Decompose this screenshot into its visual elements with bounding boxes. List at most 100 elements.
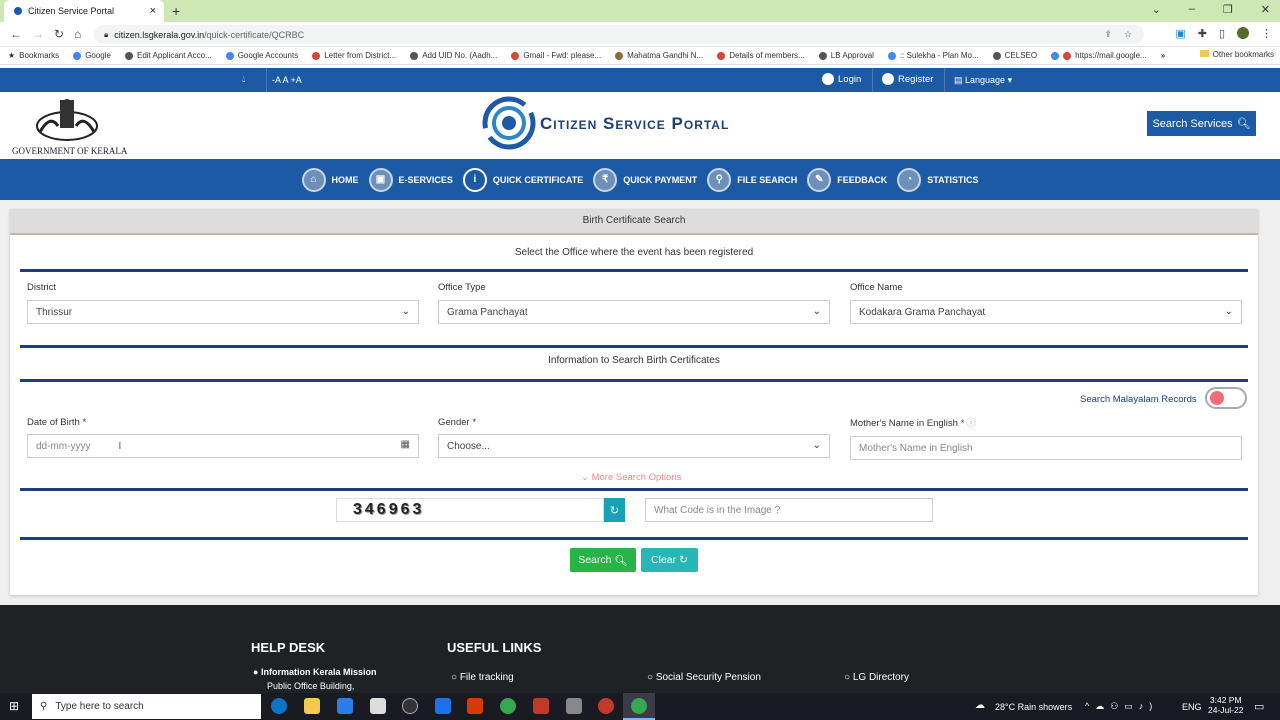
help-icon[interactable]: ⓘ	[966, 418, 976, 429]
dell-icon[interactable]	[402, 698, 418, 714]
district-select[interactable]: Thrissur ⌄	[27, 300, 419, 324]
clear-button[interactable]: Clear ↻	[641, 548, 698, 572]
register-icon	[882, 73, 894, 85]
system-tray-icons[interactable]: ^☁⚇▭♪)	[1085, 701, 1158, 712]
more-search-options-link[interactable]: ⌄ More Search Options	[581, 472, 681, 483]
footer-link-pension[interactable]: ○ Social Security Pension	[647, 672, 761, 683]
url-path: /quick-certificate/QCRBC	[204, 29, 305, 40]
new-tab-button[interactable]: +	[172, 3, 180, 19]
globe-icon	[410, 51, 419, 60]
bookmark-item[interactable]: Add UID No. (Aadh...	[410, 51, 497, 60]
office-icon[interactable]	[467, 698, 483, 714]
calendar-app-icon[interactable]	[370, 698, 386, 714]
sidebar-icon[interactable]: ▯	[1219, 27, 1225, 40]
app-icon[interactable]	[533, 698, 549, 714]
other-bookmarks[interactable]: Other bookmarks	[1199, 50, 1274, 59]
nav-quick-payment[interactable]: ₹ QUICK PAYMENT	[593, 167, 697, 192]
google-icon	[73, 51, 82, 60]
info-section-title: Information to Search Birth Certificates	[548, 355, 720, 366]
card-title: Birth Certificate Search	[10, 209, 1258, 235]
puzzle-icon[interactable]: ✚	[1198, 27, 1207, 40]
search-services-button[interactable]: Search Services 🔍︎	[1147, 111, 1256, 136]
nav-feedback[interactable]: ✎ FEEDBACK	[807, 167, 887, 192]
windows-start-icon[interactable]: ⊞	[9, 699, 19, 713]
bookmark-item[interactable]: Edit Applicant Acco...	[124, 51, 212, 60]
clock[interactable]: 3:42 PM 24-Jul-22	[1208, 695, 1243, 715]
bookmark-item[interactable]: Letter from District...	[312, 51, 396, 60]
globe-icon	[124, 51, 133, 60]
weather-text[interactable]: 28°C Rain showers	[995, 702, 1072, 712]
url-host: citizen.lsgkerala.gov.in	[114, 29, 205, 40]
tab-favicon-icon	[14, 7, 22, 15]
screen-recorder-icon[interactable]	[598, 698, 614, 714]
maximize-icon[interactable]: ❐	[1223, 3, 1233, 16]
nav-quick-certificate[interactable]: i QUICK CERTIFICATE	[462, 167, 583, 192]
bookmark-item[interactable]: LB Approval	[818, 51, 874, 60]
language-icon: ▤	[954, 75, 966, 85]
chrome-icon[interactable]	[500, 698, 516, 714]
close-window-icon[interactable]: ✕	[1261, 3, 1270, 16]
home-browser-icon[interactable]: ⌂	[74, 27, 81, 41]
language-dropdown[interactable]: ▤ Language ▾	[954, 75, 1012, 86]
bookmarks-bar: ★ Bookmarks Google Edit Applicant Acco...…	[0, 47, 1280, 65]
menu-icon[interactable]: ⋮	[1261, 27, 1272, 40]
malayalam-toggle[interactable]	[1205, 387, 1247, 409]
forward-icon[interactable]: →	[32, 27, 44, 41]
footer-link-lg-directory[interactable]: ○ LG Directory	[844, 672, 909, 683]
bookmark-item[interactable]: https://mail.google...	[1051, 51, 1147, 60]
captcha-input[interactable]: What Code is in the Image ?	[645, 498, 933, 522]
bookmark-item[interactable]: Mahatma Gandhi N...	[615, 51, 703, 60]
office-type-select[interactable]: Grama Panchayat ⌄	[438, 300, 830, 324]
star-icon[interactable]: ☆	[1124, 29, 1132, 40]
share-icon[interactable]: ⇪	[1104, 29, 1112, 40]
reload-icon[interactable]: ↻	[54, 27, 64, 41]
chevron-down-icon: ⌄	[1224, 306, 1233, 317]
bookmarks-overflow-icon[interactable]: »	[1161, 51, 1165, 60]
taskbar-search-input[interactable]: ⚲ Type here to search	[32, 694, 261, 719]
tab-close-icon[interactable]: ×	[150, 5, 156, 17]
bookmark-item[interactable]: Google	[73, 51, 111, 60]
captcha-refresh-button[interactable]: ↻	[604, 498, 625, 522]
nav-statistics[interactable]: ◔ STATISTICS	[897, 167, 978, 192]
url-field[interactable]: 🔒︎ citizen.lsgkerala.gov.in/quick-certif…	[94, 25, 1144, 44]
minimize-icon[interactable]: –	[1189, 3, 1195, 16]
browser-tab[interactable]: Citizen Service Portal ×	[4, 0, 164, 22]
mail-icon[interactable]	[435, 698, 451, 714]
nav-file-search[interactable]: ⚲ FILE SEARCH	[707, 167, 797, 192]
bookmark-item[interactable]: Google Accounts	[225, 51, 298, 60]
store-icon[interactable]	[337, 698, 353, 714]
nav-e-services[interactable]: ▣ E-SERVICES	[368, 167, 453, 192]
bookmark-item[interactable]: ★ Bookmarks	[8, 51, 59, 60]
weather-icon[interactable]: ☁	[975, 700, 985, 711]
search-button[interactable]: Search 🔍︎	[570, 548, 636, 572]
google-icon	[887, 51, 896, 60]
font-size-controls[interactable]: -A A +A	[272, 75, 302, 85]
login-link[interactable]: Login	[822, 73, 861, 85]
chrome-active-taskbar-button[interactable]	[623, 693, 655, 720]
language-indicator[interactable]: ENG	[1182, 702, 1202, 712]
register-link[interactable]: Register	[882, 73, 933, 85]
office-name-select[interactable]: Kodakara Grama Panchayat ⌄	[850, 300, 1242, 324]
file-explorer-icon[interactable]	[304, 698, 320, 714]
chevron-down-icon[interactable]: ⌄	[1152, 3, 1161, 16]
avatar[interactable]	[1237, 27, 1249, 39]
content-area: Birth Certificate Search Select the Offi…	[0, 200, 1280, 605]
contrast-icon[interactable]: 💧︎	[242, 74, 246, 85]
mother-name-input[interactable]: Mother's Name in English	[850, 436, 1242, 460]
bookmark-item[interactable]: Details of members...	[717, 51, 805, 60]
bookmark-item[interactable]: :: Sulekha - Plan Mo...	[887, 51, 979, 60]
extension-icon[interactable]: ▣	[1175, 27, 1185, 40]
dob-input[interactable]: dd-mm-yyyy I ▦	[27, 434, 419, 458]
nav-home[interactable]: ⌂ HOME	[301, 167, 359, 192]
edge-icon[interactable]	[271, 698, 287, 714]
star-icon: ★	[8, 51, 16, 60]
back-icon[interactable]: ←	[10, 27, 22, 41]
footer-link-file-tracking[interactable]: ○ File tracking	[451, 672, 514, 683]
notification-icon[interactable]: ▭	[1254, 700, 1264, 713]
bookmark-item[interactable]: CELSEO	[992, 51, 1037, 60]
printer-icon[interactable]	[566, 698, 582, 714]
search-icon: 🔍︎	[1236, 118, 1251, 130]
gender-select[interactable]: Choose... ⌄	[438, 434, 830, 458]
bookmark-item[interactable]: Gmail - Fwd: please...	[511, 51, 601, 60]
calendar-icon[interactable]: ▦	[401, 439, 410, 450]
